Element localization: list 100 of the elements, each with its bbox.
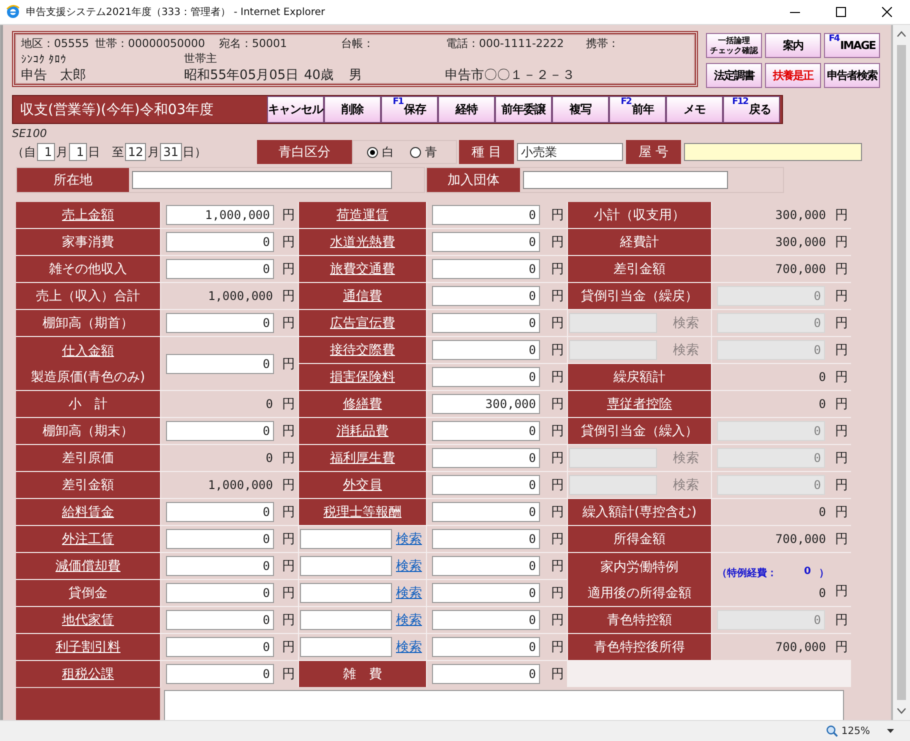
amount-value: 1,000,000	[206, 478, 274, 492]
info-text: 世帯主	[184, 51, 218, 66]
date-field[interactable]: 12	[125, 143, 146, 161]
amount-field[interactable]: 0	[166, 610, 274, 630]
toolbar-button[interactable]: 前年委譲	[495, 96, 552, 123]
unit-label: 円	[835, 504, 848, 521]
field-link[interactable]: 専従者控除	[607, 395, 672, 413]
field-link[interactable]: 荷造運賃	[336, 206, 388, 224]
field-link[interactable]: 接待交際費	[330, 341, 395, 359]
amount-field[interactable]: 0	[166, 502, 274, 522]
field-link[interactable]: 租税公課	[62, 665, 114, 683]
maximize-icon[interactable]	[836, 7, 846, 17]
field-link[interactable]: 外交員	[343, 476, 382, 494]
field-link[interactable]: 税理士等報酬	[324, 503, 402, 521]
radio-button[interactable]	[367, 146, 378, 158]
date-field[interactable]: 1	[37, 143, 55, 161]
field-link[interactable]: 減価償却費	[56, 557, 120, 575]
amount-field[interactable]: 0	[432, 529, 540, 549]
amount-field[interactable]: 0	[432, 340, 540, 360]
amount-field[interactable]: 0	[432, 475, 540, 495]
unit-label: 円	[551, 504, 564, 521]
scroll-thumb[interactable]	[897, 45, 906, 700]
field-link[interactable]: 仕入金額	[62, 342, 114, 360]
toolbar-button[interactable]: 経特	[438, 96, 495, 123]
amount-field[interactable]: 0	[432, 259, 540, 279]
field-link[interactable]: 給料賃金	[62, 503, 114, 521]
text-field[interactable]	[300, 583, 392, 603]
amount-field[interactable]: 0	[432, 421, 540, 441]
date-field[interactable]: 31	[160, 143, 182, 161]
amount-field[interactable]: 0	[166, 259, 274, 279]
text-field[interactable]	[132, 171, 392, 189]
field-link[interactable]: 売上金額	[62, 206, 114, 224]
text-field[interactable]	[300, 637, 392, 657]
toolbar-button[interactable]: 一括論理 チェック確認	[706, 33, 762, 58]
amount-field[interactable]: 0	[166, 313, 274, 333]
field-label: 貸倒金	[68, 585, 108, 602]
amount-field[interactable]: 0	[166, 637, 274, 657]
amount-field[interactable]: 0	[166, 556, 274, 576]
amount-field[interactable]: 1,000,000	[166, 205, 274, 225]
text-field[interactable]: 小売業	[517, 143, 623, 161]
field-link[interactable]: 消耗品費	[336, 422, 388, 440]
amount-field[interactable]: 0	[432, 610, 540, 630]
field-link[interactable]: 旅費交通費	[330, 260, 395, 278]
search-link[interactable]: 検索	[396, 611, 422, 629]
unit-label: 円	[282, 261, 295, 278]
amount-field[interactable]: 0	[432, 232, 540, 252]
search-link[interactable]: 検索	[396, 530, 422, 548]
text-field[interactable]	[523, 171, 728, 189]
unit-label: 円	[282, 666, 295, 683]
field-link[interactable]: 修繕費	[343, 395, 382, 413]
amount-field[interactable]: 0	[432, 448, 540, 468]
amount-field[interactable]: 0	[432, 502, 540, 522]
search-link[interactable]: 検索	[396, 638, 422, 656]
toolbar-button[interactable]: 削除	[324, 96, 381, 123]
toolbar-button[interactable]: 複写	[552, 96, 609, 123]
toolbar-button[interactable]: キャンセル	[267, 96, 324, 123]
amount-field[interactable]: 0	[432, 286, 540, 306]
field-link[interactable]: 利子割引料	[56, 638, 120, 656]
amount-field[interactable]: 0	[432, 637, 540, 657]
amount-field[interactable]: 0	[432, 664, 540, 684]
radio-button[interactable]	[410, 146, 421, 158]
note-text: ）	[819, 567, 829, 580]
field-link[interactable]: 損害保険料	[330, 368, 395, 386]
field-link[interactable]: 通信費	[343, 287, 382, 305]
field-link[interactable]: 外注工賃	[62, 530, 114, 548]
field-label: 棚卸高（期首）	[42, 315, 134, 332]
zoom-level[interactable]: 125%	[841, 726, 870, 736]
amount-field[interactable]: 0	[166, 529, 274, 549]
amount-field[interactable]: 0	[432, 367, 540, 387]
scrollbar[interactable]	[893, 25, 910, 720]
text-field[interactable]	[300, 610, 392, 630]
amount-field[interactable]: 0	[166, 421, 274, 441]
amount-field[interactable]: 0	[432, 313, 540, 333]
amount-field[interactable]: 0	[166, 232, 274, 252]
unit-label: 円	[835, 369, 848, 386]
field-link[interactable]: 広告宣伝費	[330, 314, 395, 332]
search-link[interactable]: 検索	[396, 584, 422, 602]
amount-field[interactable]: 0	[166, 354, 274, 374]
amount-field[interactable]: 0	[166, 583, 274, 603]
field-link[interactable]: 地代家賃	[62, 611, 114, 629]
field-link[interactable]: 福利厚生費	[330, 449, 395, 467]
toolbar-button[interactable]: 扶養是正	[765, 63, 821, 88]
amount-value: 700,000	[774, 532, 827, 546]
amount-field[interactable]: 300,000	[432, 394, 540, 414]
text-field[interactable]	[300, 529, 392, 549]
toolbar-button[interactable]: 申告者検索	[824, 63, 880, 88]
close-icon[interactable]	[882, 7, 892, 17]
toolbar-button[interactable]: 法定調書	[706, 63, 762, 88]
amount-field[interactable]: 0	[432, 205, 540, 225]
amount-field[interactable]: 0	[432, 556, 540, 576]
amount-field[interactable]: 0	[166, 664, 274, 684]
toolbar-button[interactable]: メモ	[666, 96, 723, 123]
field-link[interactable]: 水道光熱費	[330, 233, 395, 251]
unit-label: 円	[282, 288, 295, 305]
text-field[interactable]	[684, 143, 862, 161]
search-link[interactable]: 検索	[396, 557, 422, 575]
toolbar-button[interactable]: 案内	[765, 33, 821, 58]
date-field[interactable]: 1	[69, 143, 87, 161]
amount-field[interactable]: 0	[432, 583, 540, 603]
text-field[interactable]	[300, 556, 392, 576]
